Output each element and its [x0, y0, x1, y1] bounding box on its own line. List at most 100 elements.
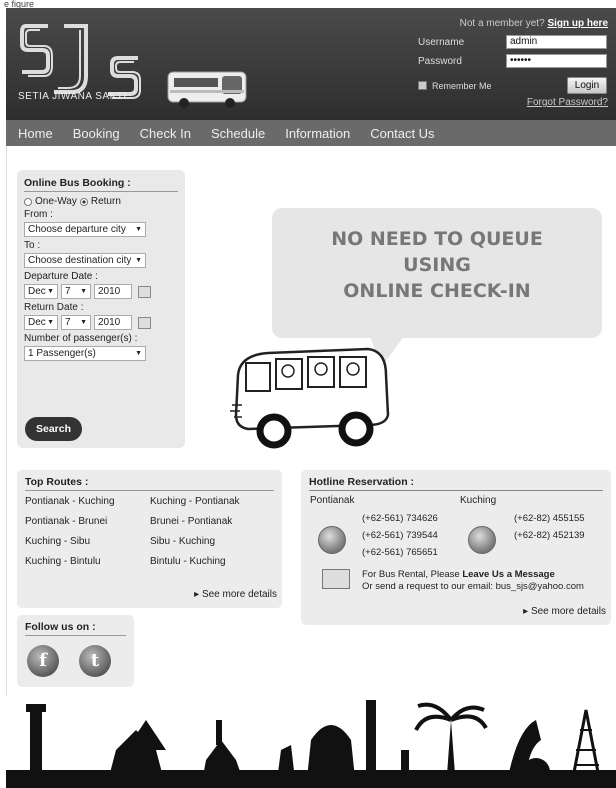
- dep-day-value: 7: [65, 286, 71, 297]
- search-button[interactable]: Search: [25, 417, 82, 441]
- route-link[interactable]: Bintulu - Kuching: [150, 556, 275, 567]
- city-pontianak: Pontianak: [310, 495, 355, 506]
- ret-day-select[interactable]: 7 ▼: [61, 315, 91, 330]
- promo-bubble: NO NEED TO QUEUE USING ONLINE CHECK-IN: [272, 208, 602, 338]
- routes-more-link[interactable]: ▸ See more details: [194, 589, 277, 600]
- hotline-more-label: See more details: [530, 606, 606, 617]
- email-line: Or send a request to our email: bus_sjs@…: [362, 581, 584, 592]
- from-select[interactable]: Choose departure city ▼: [24, 222, 146, 237]
- signup-prompt-text: Not a member yet?: [459, 18, 545, 29]
- ret-day-value: 7: [65, 317, 71, 328]
- username-label: Username: [418, 37, 465, 48]
- twitter-icon[interactable]: t: [79, 645, 111, 677]
- routes-more-label: See more details: [201, 589, 277, 600]
- triangle-right-icon: ▸: [523, 606, 529, 617]
- phone-icon: [318, 526, 346, 554]
- nav-contact-us[interactable]: Contact Us: [360, 126, 444, 141]
- follow-panel: Follow us on : f t: [17, 615, 134, 687]
- signup-link[interactable]: Sign up here: [547, 18, 608, 29]
- route-link[interactable]: Kuching - Bintulu: [25, 556, 150, 567]
- nav-booking[interactable]: Booking: [63, 126, 130, 141]
- from-label: From :: [24, 209, 53, 220]
- hotline-title: Hotline Reservation :: [309, 476, 603, 491]
- route-link[interactable]: Brunei - Pontianak: [150, 516, 275, 527]
- password-label: Password: [418, 56, 462, 67]
- chevron-down-icon: ▼: [47, 288, 54, 295]
- hotline-panel: Hotline Reservation : Pontianak (+62-561…: [301, 470, 611, 625]
- route-link[interactable]: Kuching - Sibu: [25, 536, 150, 547]
- ret-month-select[interactable]: Dec ▼: [24, 315, 58, 330]
- to-value: Choose destination city: [28, 255, 132, 266]
- envelope-icon: [322, 569, 350, 589]
- to-select[interactable]: Choose destination city ▼: [24, 253, 146, 268]
- remember-checkbox[interactable]: [418, 81, 427, 90]
- password-input[interactable]: ••••••: [506, 54, 607, 68]
- username-input[interactable]: admin: [506, 35, 607, 49]
- promo-line-1: NO NEED TO QUEUE: [331, 228, 543, 250]
- rental-info: For Bus Rental, Please Leave Us a Messag…: [362, 569, 584, 593]
- booking-title: Online Bus Booking :: [24, 177, 178, 192]
- phone-number: (+62-82) 452139: [514, 530, 585, 541]
- trip-type: One-Way Return: [24, 196, 178, 207]
- remember-label: Remember Me: [432, 81, 492, 91]
- passenger-value: 1 Passenger(s): [28, 348, 96, 359]
- route-link[interactable]: Kuching - Pontianak: [150, 496, 275, 507]
- dep-day-select[interactable]: 7 ▼: [61, 284, 91, 299]
- top-routes-panel: Top Routes : Pontianak - Kuching Kuching…: [17, 470, 282, 608]
- route-link[interactable]: Sibu - Kuching: [150, 536, 275, 547]
- routes-list: Pontianak - Kuching Kuching - Pontianak …: [25, 496, 274, 567]
- chevron-down-icon: ▼: [135, 350, 142, 357]
- login-button[interactable]: Login: [567, 77, 607, 94]
- phone-number: (+62-82) 455155: [514, 513, 585, 524]
- nav-check-in[interactable]: Check In: [130, 126, 201, 141]
- dep-month-select[interactable]: Dec ▼: [24, 284, 58, 299]
- page-caption: e figure: [4, 0, 35, 8]
- triangle-right-icon: ▸: [194, 589, 200, 600]
- to-label: To :: [24, 240, 41, 251]
- phone-icon: [468, 526, 496, 554]
- calendar-icon[interactable]: [138, 316, 151, 329]
- phone-number: (+62-561) 739544: [362, 530, 438, 541]
- hotline-more-link[interactable]: ▸ See more details: [523, 606, 606, 617]
- calendar-icon[interactable]: [138, 285, 151, 298]
- chevron-down-icon: ▼: [135, 226, 142, 233]
- city-kuching: Kuching: [460, 495, 497, 506]
- return-date: Dec ▼ 7 ▼ 2010: [24, 315, 178, 330]
- rental-prefix: For Bus Rental, Please: [362, 569, 463, 580]
- city-skyline-image: [6, 700, 616, 788]
- dep-month-value: Dec: [28, 286, 46, 297]
- passenger-label: Number of passenger(s) :: [24, 333, 138, 344]
- ret-year-input[interactable]: 2010: [94, 315, 132, 330]
- forgot-password-link[interactable]: Forgot Password?: [527, 97, 608, 108]
- oneway-radio[interactable]: [24, 197, 32, 206]
- leave-message-link[interactable]: Leave Us a Message: [462, 569, 554, 580]
- chevron-down-icon: ▼: [80, 319, 87, 326]
- route-link[interactable]: Pontianak - Brunei: [25, 516, 150, 527]
- cartoon-bus-image: [230, 347, 390, 449]
- oneway-label: One-Way: [35, 196, 77, 207]
- nav-information[interactable]: Information: [275, 126, 360, 141]
- facebook-icon[interactable]: f: [27, 645, 59, 677]
- phone-number: (+62-561) 765651: [362, 547, 438, 558]
- follow-title: Follow us on :: [25, 621, 126, 636]
- main-nav: Home Booking Check In Schedule Informati…: [6, 120, 616, 146]
- site-header: SETIA JIWANA SAKTI Not a member yet? Sig…: [6, 8, 616, 120]
- route-link[interactable]: Pontianak - Kuching: [25, 496, 150, 507]
- departure-date: Dec ▼ 7 ▼ 2010: [24, 284, 178, 299]
- phone-number: (+62-561) 734626: [362, 513, 438, 524]
- passenger-select[interactable]: 1 Passenger(s) ▼: [24, 346, 146, 361]
- promo-line-2: USING: [403, 254, 471, 276]
- signup-prompt: Not a member yet? Sign up here: [460, 18, 608, 29]
- departure-label: Departure Date :: [24, 271, 98, 282]
- bus-image: [167, 71, 247, 108]
- chevron-down-icon: ▼: [80, 288, 87, 295]
- nav-schedule[interactable]: Schedule: [201, 126, 275, 141]
- return-date-label: Return Date :: [24, 302, 84, 313]
- ret-month-value: Dec: [28, 317, 46, 328]
- dep-year-input[interactable]: 2010: [94, 284, 132, 299]
- from-value: Choose departure city: [28, 224, 126, 235]
- return-label: Return: [90, 196, 121, 207]
- nav-home[interactable]: Home: [6, 126, 63, 141]
- return-radio[interactable]: [79, 197, 88, 206]
- remember-me[interactable]: Remember Me: [418, 81, 492, 91]
